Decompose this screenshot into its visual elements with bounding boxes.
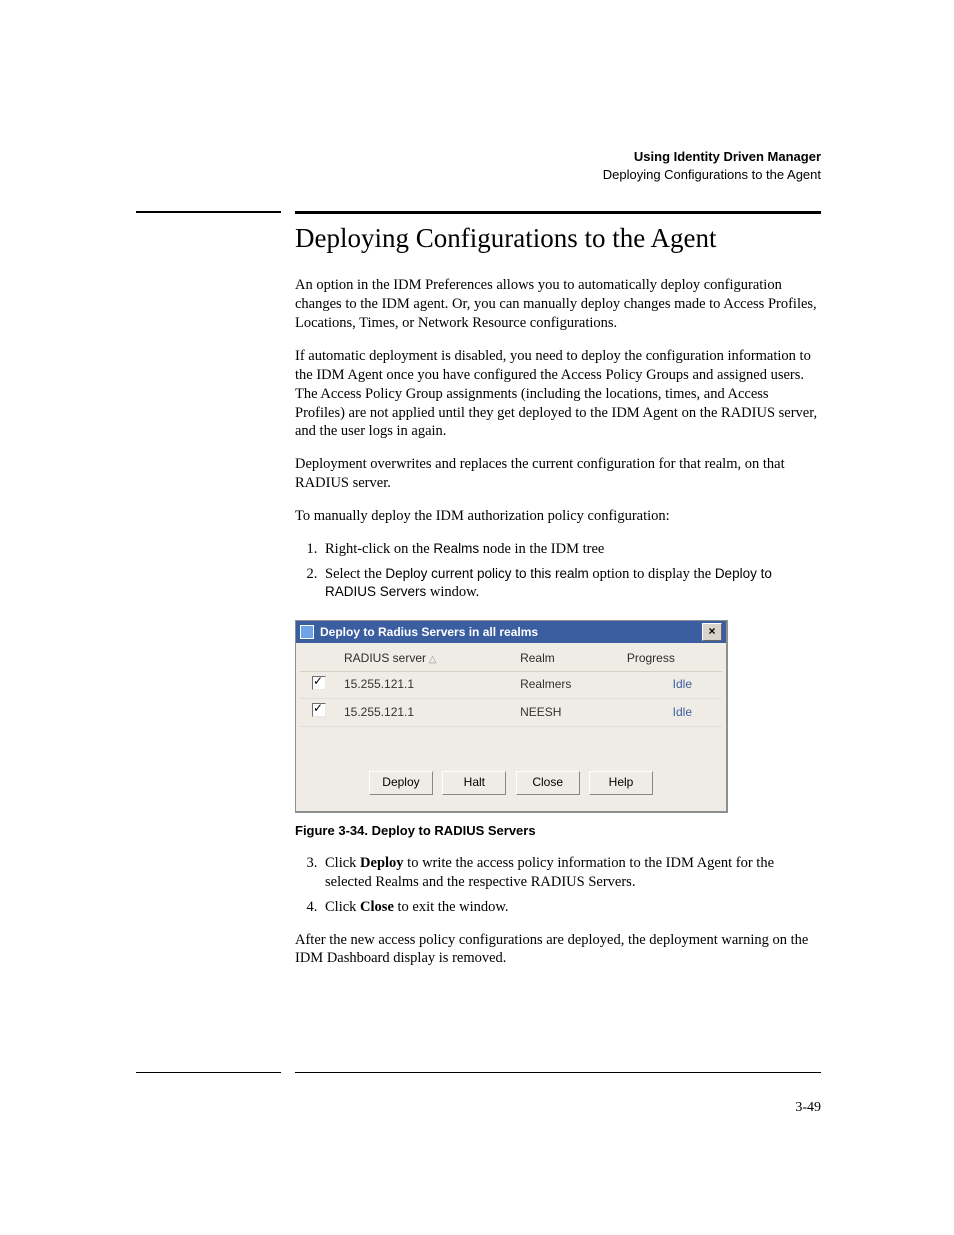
step-2-post: window. <box>426 584 479 600</box>
step-4-post: to exit the window. <box>394 899 509 915</box>
rule-left <box>136 211 281 213</box>
step-3-bold: Deploy <box>360 855 404 871</box>
step-2-ui-1: Deploy current policy to this realm <box>385 566 588 581</box>
cell-realm: NEESH <box>514 699 621 727</box>
close-button[interactable]: Close <box>516 771 580 795</box>
step-4: Click Close to exit the window. <box>321 898 821 917</box>
footer-rule <box>136 1072 821 1073</box>
step-2: Select the Deploy current policy to this… <box>321 565 821 603</box>
step-1-post: node in the IDM tree <box>479 541 604 557</box>
step-3: Click Deploy to write the access policy … <box>321 854 821 892</box>
step-1: Right-click on the Realms node in the ID… <box>321 540 821 559</box>
dialog-deploy-radius: Deploy to Radius Servers in all realms ×… <box>295 620 728 813</box>
radius-table: RADIUS server Realm Progress 15.255.121.… <box>300 647 722 761</box>
row-checkbox[interactable] <box>312 703 326 717</box>
page-number: 3-49 <box>795 1100 821 1116</box>
rule-right <box>295 211 821 214</box>
step-1-pre: Right-click on the <box>325 541 433 557</box>
steps-list-2: Click Deploy to write the access policy … <box>295 854 821 917</box>
dialog-title: Deploy to Radius Servers in all realms <box>320 625 538 641</box>
steps-list-1: Right-click on the Realms node in the ID… <box>295 540 821 603</box>
row-checkbox[interactable] <box>312 676 326 690</box>
table-header-row: RADIUS server Realm Progress <box>300 647 722 671</box>
cell-progress: Idle <box>621 671 722 699</box>
body-text: An option in the IDM Preferences allows … <box>295 276 821 968</box>
dialog-button-row: Deploy Halt Close Help <box>300 761 722 807</box>
close-icon[interactable]: × <box>702 623 722 641</box>
col-progress[interactable]: Progress <box>621 647 722 671</box>
dialog-body: RADIUS server Realm Progress 15.255.121.… <box>296 643 726 811</box>
paragraph-2: If automatic deployment is disabled, you… <box>295 347 821 441</box>
step-4-pre: Click <box>325 899 360 915</box>
section-title: Deploying Configurations to the Agent <box>295 222 821 254</box>
running-header-section: Deploying Configurations to the Agent <box>136 166 821 184</box>
table-row[interactable]: 15.255.121.1 NEESH Idle <box>300 699 722 727</box>
col-realm[interactable]: Realm <box>514 647 621 671</box>
paragraph-5: After the new access policy configuratio… <box>295 931 821 969</box>
deploy-button[interactable]: Deploy <box>369 771 433 795</box>
table-row[interactable]: 15.255.121.1 Realmers Idle <box>300 671 722 699</box>
running-header: Using Identity Driven Manager Deploying … <box>136 148 821 183</box>
step-1-ui: Realms <box>433 541 479 556</box>
figure-caption: Figure 3-34. Deploy to RADIUS Servers <box>295 823 821 840</box>
page: Using Identity Driven Manager Deploying … <box>0 0 954 1235</box>
dialog-titlebar: Deploy to Radius Servers in all realms × <box>296 621 726 643</box>
step-2-mid: option to display the <box>589 566 715 582</box>
step-3-pre: Click <box>325 855 360 871</box>
step-2-pre: Select the <box>325 566 385 582</box>
cell-realm: Realmers <box>514 671 621 699</box>
col-check <box>300 647 338 671</box>
section-rule: Deploying Configurations to the Agent <box>136 211 821 254</box>
cell-server: 15.255.121.1 <box>338 671 514 699</box>
halt-button[interactable]: Halt <box>442 771 506 795</box>
paragraph-3: Deployment overwrites and replaces the c… <box>295 455 821 493</box>
help-button[interactable]: Help <box>589 771 653 795</box>
cell-server: 15.255.121.1 <box>338 699 514 727</box>
app-icon <box>300 625 314 639</box>
step-4-bold: Close <box>360 899 394 915</box>
running-header-chapter: Using Identity Driven Manager <box>136 148 821 166</box>
paragraph-1: An option in the IDM Preferences allows … <box>295 276 821 333</box>
cell-progress: Idle <box>621 699 722 727</box>
col-radius-server[interactable]: RADIUS server <box>338 647 514 671</box>
paragraph-4: To manually deploy the IDM authorization… <box>295 507 821 526</box>
